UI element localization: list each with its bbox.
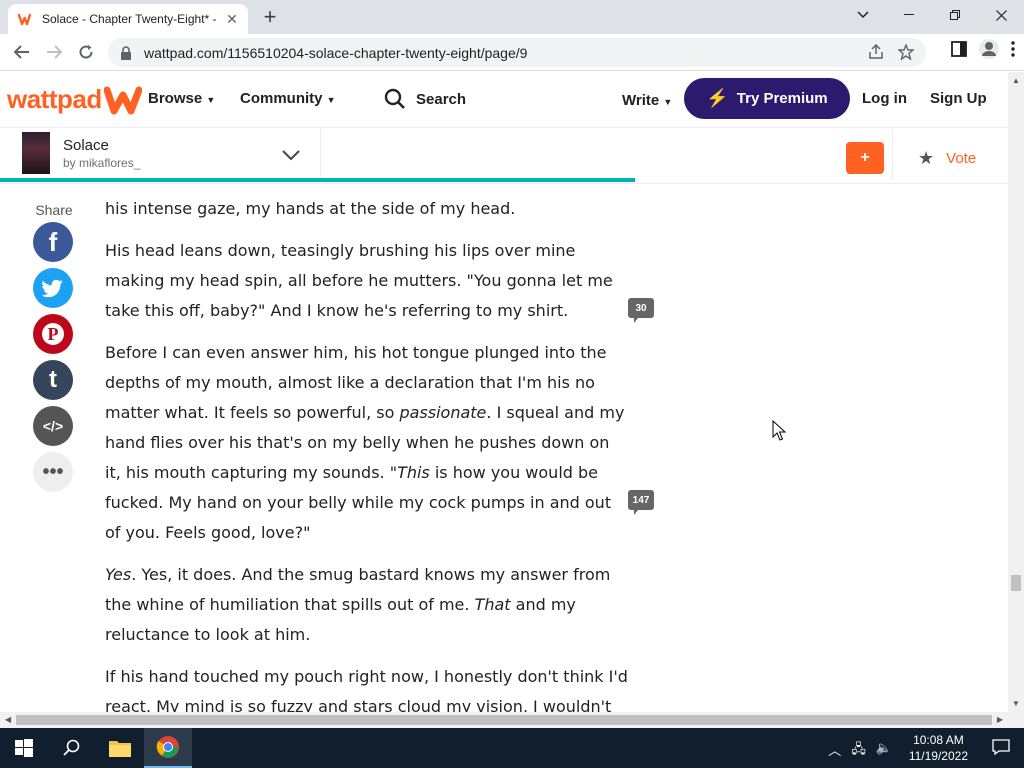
browser-tabstrip: Solace - Chapter Twenty-Eight* - ✕ + [0, 0, 1024, 34]
logo-wordmark: wattpad [7, 84, 102, 114]
embed-code-icon[interactable]: </> [33, 406, 73, 446]
side-panel-icon[interactable] [950, 40, 968, 58]
tumblr-share-icon[interactable]: t [33, 360, 73, 400]
tab-title: Solace - Chapter Twenty-Eight* - [42, 12, 217, 26]
facebook-share-icon[interactable]: f [33, 222, 73, 262]
search-button[interactable]: Search [384, 88, 466, 110]
notifications-icon[interactable] [992, 739, 1010, 760]
reload-icon[interactable] [70, 36, 102, 68]
paragraph: his intense gaze, my hands at the side o… [105, 199, 516, 218]
scroll-up-icon: ▲ [1012, 76, 1020, 85]
chevron-down-icon: ▼ [326, 95, 336, 105]
system-tray: ︿ 🖧 🔈 [828, 740, 892, 762]
back-icon[interactable] [6, 36, 38, 68]
tray-chevron-icon[interactable]: ︿ [828, 740, 841, 762]
taskbar-search-icon[interactable] [48, 728, 96, 768]
star-icon: ★ [918, 148, 935, 168]
url-text: wattpad.com/1156510204-solace-chapter-tw… [144, 44, 528, 61]
scroll-down-icon: ▼ [1012, 699, 1020, 708]
pinterest-share-icon[interactable]: P [33, 314, 73, 354]
vote-button[interactable]: ★ Vote [918, 148, 976, 169]
address-bar[interactable]: wattpad.com/1156510204-solace-chapter-tw… [108, 38, 926, 67]
browser-toolbar: wattpad.com/1156510204-solace-chapter-tw… [0, 34, 1024, 71]
story-bar: Solace by mikaflores_ + ★ Vote [0, 128, 1008, 184]
scroll-thumb[interactable] [1011, 575, 1021, 591]
search-icon [384, 88, 405, 109]
inline-comment-count[interactable]: 147 [628, 490, 654, 515]
premium-label: Try Premium [736, 90, 828, 107]
scroll-thumb[interactable] [16, 715, 992, 725]
reading-content: Share f P t </> ••• his intense gaze, my… [0, 184, 1008, 712]
volume-icon[interactable]: 🔈 [876, 740, 892, 762]
browser-menu-icon[interactable] [1010, 40, 1016, 58]
browser-tab[interactable]: Solace - Chapter Twenty-Eight* - ✕ [8, 4, 248, 34]
share-page-icon[interactable] [868, 44, 884, 60]
paragraph: His head leans down, teasingly brushing … [105, 241, 613, 320]
paragraph: Before I can even answer him, his hot to… [105, 343, 625, 542]
chevron-down-icon: ▼ [206, 95, 216, 105]
wattpad-favicon-icon [18, 13, 32, 26]
bookmark-star-icon[interactable] [898, 44, 914, 60]
story-title[interactable]: Solace [63, 137, 109, 154]
story-text: his intense gaze, my hands at the side o… [105, 194, 630, 712]
close-window-icon[interactable] [978, 0, 1024, 30]
file-explorer-icon[interactable] [96, 728, 144, 768]
network-icon[interactable]: 🖧 [851, 740, 866, 762]
chrome-taskbar-icon[interactable] [144, 728, 192, 768]
try-premium-button[interactable]: ⚡ Try Premium [684, 78, 850, 119]
browse-menu[interactable]: Browse ▼ [148, 90, 215, 107]
story-cover-image[interactable] [22, 132, 50, 174]
share-sidebar: Share f P t </> ••• [33, 202, 75, 498]
wattpad-w-icon [103, 86, 142, 114]
windows-taskbar: ︿ 🖧 🔈 10:08 AM 11/19/2022 [0, 728, 1024, 768]
site-header: wattpad Browse ▼ Community ▼ Search Writ… [0, 72, 1008, 128]
restore-icon[interactable] [932, 0, 978, 30]
new-tab-icon[interactable]: + [258, 6, 282, 30]
twitter-share-icon[interactable] [33, 268, 73, 308]
paragraph: Yes. Yes, it does. And the smug bastard … [105, 565, 611, 644]
tab-search-icon[interactable] [840, 0, 886, 30]
scroll-corner [1008, 712, 1024, 728]
windows-start-icon[interactable] [0, 728, 48, 768]
search-label: Search [416, 90, 467, 108]
horizontal-scrollbar[interactable]: ◀ ▶ [0, 712, 1008, 728]
scroll-left-icon: ◀ [5, 715, 12, 724]
divider [320, 128, 321, 180]
taskbar-clock[interactable]: 10:08 AM 11/19/2022 [909, 732, 968, 764]
vote-label: Vote [946, 150, 977, 167]
write-menu[interactable]: Write ▼ [622, 92, 672, 109]
svg-text:P: P [48, 324, 59, 344]
mouse-cursor-icon [772, 420, 786, 441]
community-menu[interactable]: Community ▼ [240, 90, 336, 107]
share-label: Share [35, 202, 73, 218]
vertical-scrollbar[interactable]: ▲ ▼ [1008, 72, 1024, 712]
profile-avatar-icon[interactable] [978, 38, 1000, 60]
wattpad-logo[interactable]: wattpad [7, 84, 142, 115]
story-author[interactable]: by mikaflores_ [63, 156, 140, 170]
add-to-list-button[interactable]: + [846, 142, 884, 174]
clock-time: 10:08 AM [913, 733, 964, 747]
paragraph: If his hand touched my pouch right now, … [105, 667, 628, 712]
inline-comment-count[interactable]: 30 [628, 298, 654, 323]
clock-date: 11/19/2022 [908, 749, 968, 763]
tab-close-icon[interactable]: ✕ [224, 11, 240, 27]
scroll-right-icon: ▶ [996, 715, 1003, 724]
minimize-icon[interactable] [886, 0, 932, 30]
lock-icon [121, 45, 131, 60]
chevron-down-icon[interactable] [280, 144, 302, 166]
reading-progress-bar [0, 178, 636, 182]
login-link[interactable]: Log in [862, 90, 907, 107]
divider [892, 128, 893, 180]
lightning-icon: ⚡ [706, 88, 729, 108]
more-share-icon[interactable]: ••• [33, 452, 73, 492]
forward-icon[interactable] [38, 36, 70, 68]
signup-link[interactable]: Sign Up [930, 90, 987, 107]
chevron-down-icon: ▼ [663, 97, 673, 107]
